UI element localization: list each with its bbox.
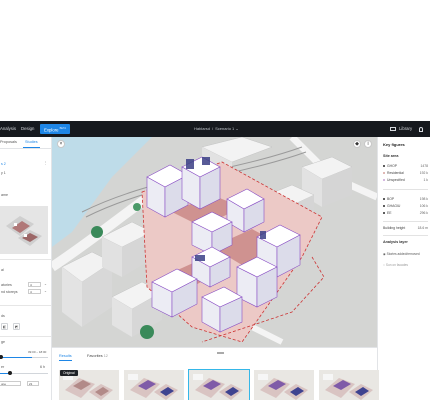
- key-figure-row: GHOP 1478: [383, 164, 428, 169]
- key-figure-row: Residential 192 k: [383, 171, 428, 176]
- mode-button-1[interactable]: ◧: [1, 323, 8, 330]
- row-label-2: atories: [1, 283, 12, 287]
- map-3d-view[interactable]: × ◆ i: [52, 137, 377, 347]
- legend-dot-icon: [383, 198, 385, 200]
- tab-favorites[interactable]: Favorites 12: [87, 354, 108, 358]
- key-figure-row: EE 296 k: [383, 211, 428, 216]
- nav-explore[interactable]: ExploreBETA: [40, 124, 71, 134]
- slider-handle[interactable]: [0, 355, 3, 359]
- key-figure-row: Unspecified 1 k: [383, 178, 428, 183]
- tab-studies[interactable]: Studies: [23, 140, 40, 148]
- building-height-row: Building height 18.6 m: [383, 226, 428, 230]
- bottom-panel: Results Favorites 12: [52, 347, 379, 400]
- ground-storeys-input[interactable]: 4: [28, 289, 41, 294]
- library-button[interactable]: Library: [390, 121, 412, 137]
- breadcrumb: Hablarsd / Scenario 1 ⌄: [194, 126, 239, 131]
- beta-badge: BETA: [59, 127, 67, 130]
- top-bar: Analysis Design ExploreBETA Hablarsd / Sce…: [0, 121, 430, 137]
- slider2-label: er: [1, 365, 5, 369]
- site-area-title: Site area: [383, 154, 399, 158]
- left-panel: Proposals Studies s 2 ⋮ y 1 ame al atori…: [0, 137, 52, 400]
- more-icon[interactable]: ⋮: [44, 161, 48, 165]
- row-label-3: nd storeys: [1, 290, 18, 294]
- notification-icon[interactable]: [419, 127, 423, 132]
- key-figure-row: GHAGIU 106 k: [383, 204, 428, 209]
- study-title[interactable]: s 2: [1, 162, 6, 166]
- result-thumbnail[interactable]: [188, 369, 250, 400]
- right-panel: Key figures Site area GHOP 1478 Resident…: [377, 137, 430, 400]
- left-panel-tabs: Proposals Studies: [0, 137, 51, 149]
- legend-dot-icon: [383, 212, 385, 214]
- analysis-layer-title: Analysis layer: [383, 240, 408, 244]
- section-label-1: ds: [1, 314, 5, 318]
- map-scene: [52, 137, 377, 347]
- nav-analysis[interactable]: Analysis: [0, 121, 16, 137]
- result-thumbnail[interactable]: [319, 370, 379, 400]
- legend-dot-icon: [383, 205, 385, 207]
- result-thumbnail[interactable]: [254, 370, 314, 400]
- key-figures-title: Key figures: [383, 142, 405, 147]
- nav-design[interactable]: Design: [21, 121, 34, 137]
- breadcrumb-project[interactable]: Hablarsd: [194, 126, 210, 131]
- study-subtitle: y 1: [1, 171, 6, 175]
- analysis-item-stories[interactable]: ◉ Stories added/removed: [383, 252, 420, 256]
- tab-results[interactable]: Results: [59, 354, 72, 361]
- legend-dot-icon: [383, 165, 385, 167]
- study-name-label: ame: [1, 193, 8, 197]
- month-select[interactable]: une: [0, 381, 21, 386]
- storeys-input[interactable]: 4: [28, 282, 41, 287]
- slider2-handle[interactable]: [8, 371, 12, 375]
- slider2-value: 6 h: [40, 365, 45, 369]
- chevron-down-icon[interactable]: ⌄: [44, 289, 47, 293]
- close-icon[interactable]: ×: [57, 140, 65, 148]
- tab-proposals[interactable]: Proposals: [0, 140, 17, 144]
- library-label: Library: [399, 126, 413, 131]
- result-thumbnail[interactable]: [124, 370, 184, 400]
- time-range: 09:00 – 18:00: [28, 350, 47, 354]
- legend-dot-icon: [383, 179, 385, 181]
- key-figure-row: BOP 198 k: [383, 197, 428, 202]
- analysis-item-sun[interactable]: ○ Sun on facades: [383, 263, 408, 267]
- compass-icon[interactable]: ◆: [353, 140, 361, 148]
- mode-button-2[interactable]: ◩: [13, 323, 20, 330]
- row-label-1: al: [1, 268, 4, 272]
- resize-handle[interactable]: [217, 352, 224, 354]
- time-slider[interactable]: [0, 357, 48, 358]
- breadcrumb-scenario[interactable]: Scenario 1: [215, 126, 234, 131]
- day-select[interactable]: 21: [27, 381, 39, 386]
- chevron-down-icon[interactable]: ⌄: [44, 282, 47, 286]
- tooltip-original: Original: [60, 370, 78, 376]
- section-label-2: ge: [1, 340, 5, 344]
- nav-explore-label: Explore: [44, 127, 59, 133]
- library-icon: [390, 126, 396, 131]
- legend-dot-icon: [383, 172, 385, 174]
- info-icon[interactable]: i: [364, 140, 372, 148]
- study-thumbnail[interactable]: [0, 206, 48, 254]
